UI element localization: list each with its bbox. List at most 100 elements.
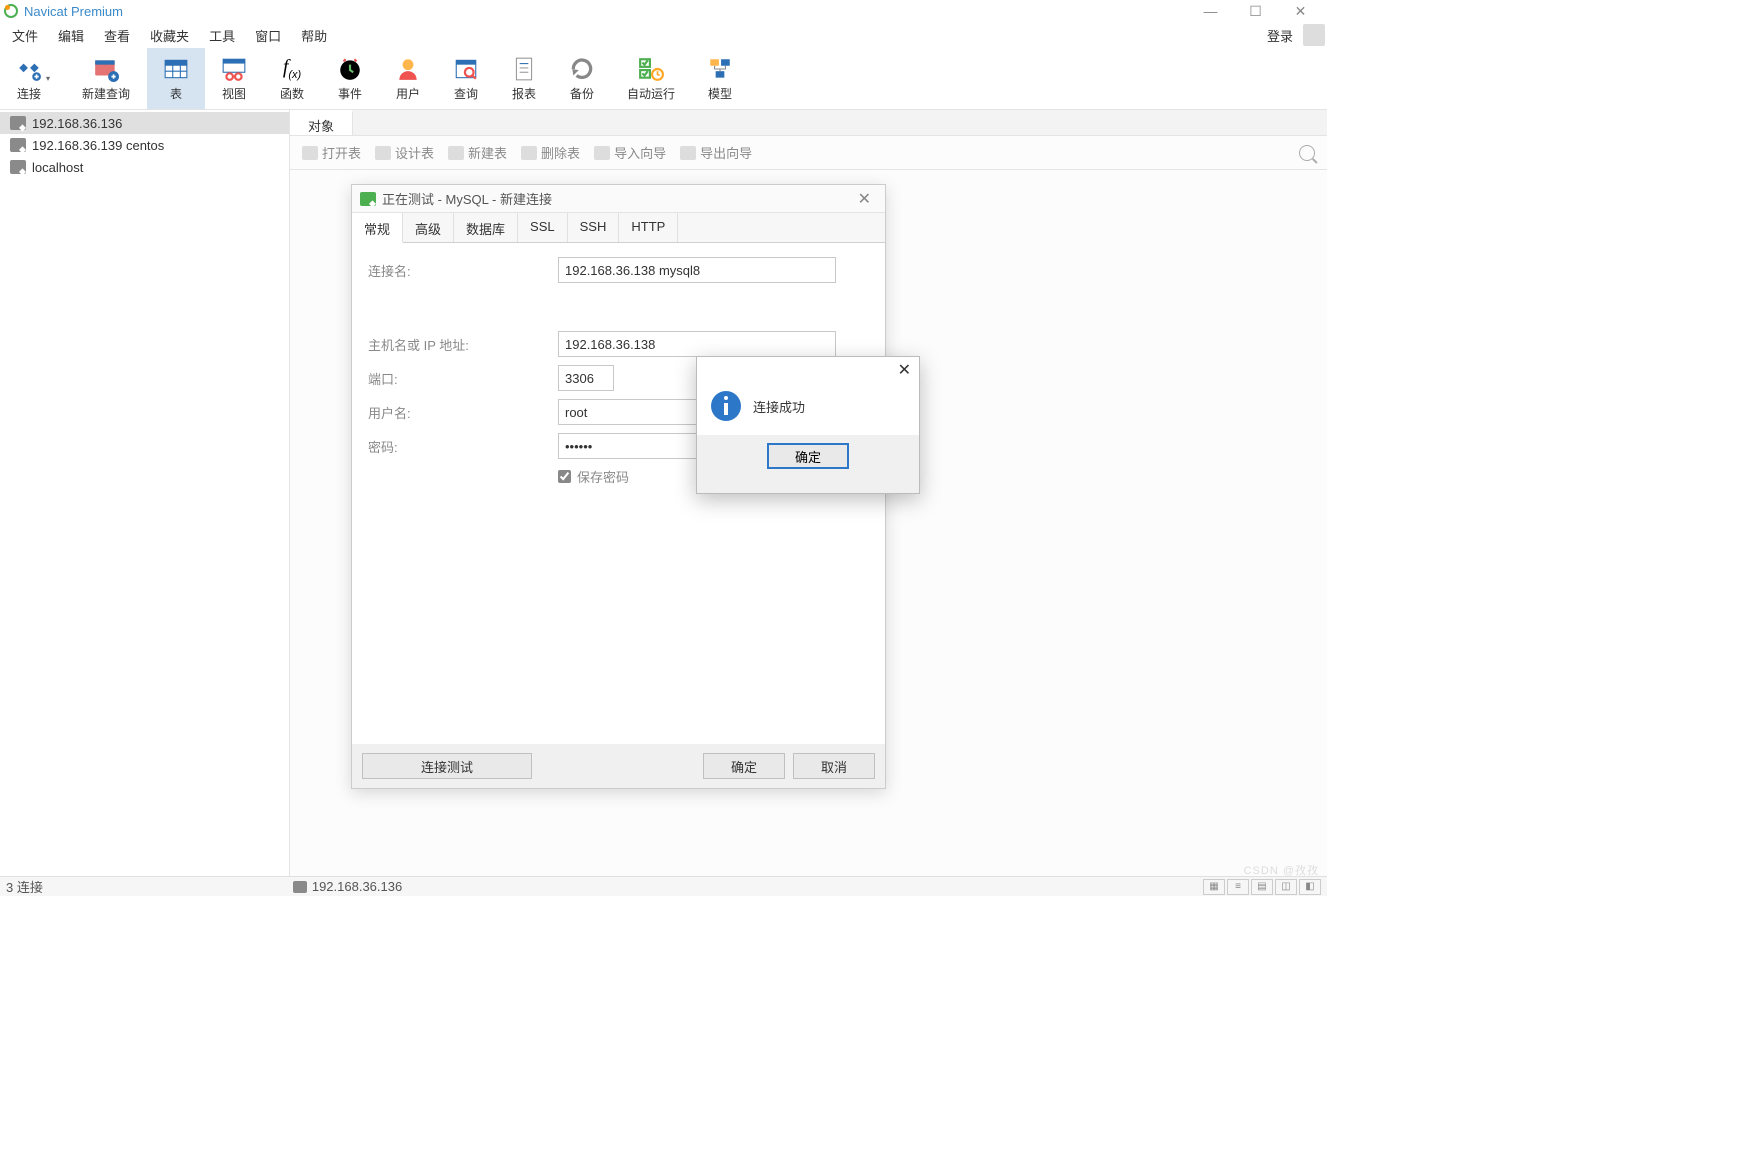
new-table-button[interactable]: 新建表 [442,139,513,166]
save-password-checkbox[interactable] [558,470,571,483]
dialog-title: 正在测试 - MySQL - 新建连接 [382,189,552,208]
toolbar-connect[interactable]: 连接 ▾ [0,48,66,109]
host-label: 主机名或 IP 地址: [368,335,558,354]
host-input[interactable] [558,331,836,357]
menu-edit[interactable]: 编辑 [48,22,94,49]
dialog-titlebar: 正在测试 - MySQL - 新建连接 ✕ [352,185,885,213]
login-link[interactable]: 登录 [1261,22,1299,49]
clock-icon [337,56,363,82]
view-detail-button[interactable]: ▤ [1251,879,1273,895]
import-wizard-button[interactable]: 导入向导 [588,139,672,166]
window-controls: — ☐ ✕ [1188,0,1323,22]
save-password-label: 保存密码 [577,467,629,486]
subtoolbar: 打开表 设计表 新建表 删除表 导入向导 导出向导 [290,136,1327,170]
toolbar-backup[interactable]: 备份 [553,48,611,109]
query-icon [453,56,479,82]
msgbox-titlebar: ✕ [697,357,919,383]
conn-name-label: 连接名: [368,261,558,280]
menu-file[interactable]: 文件 [2,22,48,49]
close-button[interactable]: ✕ [1278,0,1323,22]
view-list-button[interactable]: ≡ [1227,879,1249,895]
tab-database[interactable]: 数据库 [454,213,518,242]
toolbar-function[interactable]: f(x) 函数 [263,48,321,109]
new-table-icon [448,146,464,160]
connection-item[interactable]: 192.168.36.139 centos [0,134,289,156]
port-label: 端口: [368,369,558,388]
view-er-button[interactable]: ◫ [1275,879,1297,895]
statusbar: 3 连接 192.168.36.136 ▦ ≡ ▤ ◫ ◧ [0,876,1327,896]
table-icon [163,56,189,82]
user-label: 用户名: [368,403,558,422]
msgbox-close-button[interactable]: ✕ [898,360,911,380]
report-icon [511,56,537,82]
export-wizard-button[interactable]: 导出向导 [674,139,758,166]
import-icon [594,146,610,160]
design-table-button[interactable]: 设计表 [369,139,440,166]
connection-item[interactable]: 192.168.36.136 [0,112,289,134]
test-connection-button[interactable]: 连接测试 [362,753,532,779]
tab-general[interactable]: 常规 [352,213,403,243]
db-icon [10,116,26,130]
info-icon [711,391,741,421]
toolbar-model[interactable]: 模型 [691,48,749,109]
mysql-icon [360,192,376,206]
function-icon: f(x) [279,56,305,82]
toolbar-event[interactable]: 事件 [321,48,379,109]
toolbar-query[interactable]: 查询 [437,48,495,109]
success-messagebox: ✕ 连接成功 确定 [696,356,920,494]
db-icon [10,160,26,174]
view-extra-button[interactable]: ◧ [1299,879,1321,895]
app-title: Navicat Premium [24,4,123,19]
dialog-footer: 连接测试 确定 取消 [352,744,885,788]
toolbar-autorun[interactable]: 自动运行 [611,48,691,109]
watermark: CSDN @孜孜 [1244,862,1319,878]
toolbar-new-query[interactable]: 新建查询 [66,48,146,109]
delete-table-button[interactable]: 删除表 [515,139,586,166]
tab-advanced[interactable]: 高级 [403,213,454,242]
view-grid-button[interactable]: ▦ [1203,879,1225,895]
menu-help[interactable]: 帮助 [291,22,337,49]
titlebar: Navicat Premium — ☐ ✕ [0,0,1327,22]
autorun-icon [638,56,664,82]
tab-ssh[interactable]: SSH [568,213,620,242]
menu-view[interactable]: 查看 [94,22,140,49]
msgbox-text: 连接成功 [753,397,805,416]
toolbar-user[interactable]: 用户 [379,48,437,109]
ok-button[interactable]: 确定 [703,753,785,779]
object-tabstrip: 对象 [290,110,1327,136]
user-icon [395,56,421,82]
tab-objects[interactable]: 对象 [290,110,353,135]
delete-table-icon [521,146,537,160]
open-table-button[interactable]: 打开表 [296,139,367,166]
msgbox-ok-button[interactable]: 确定 [767,443,849,469]
avatar-icon[interactable] [1303,24,1325,46]
password-label: 密码: [368,437,558,456]
view-icon [221,56,247,82]
toolbar-table[interactable]: 表 [147,48,205,109]
chevron-down-icon: ▾ [46,74,50,83]
app-logo-icon [4,4,18,18]
minimize-button[interactable]: — [1188,0,1233,22]
backup-icon [569,56,595,82]
dialog-close-button[interactable]: ✕ [852,189,877,209]
dialog-tabs: 常规 高级 数据库 SSL SSH HTTP [352,213,885,243]
plug-icon [16,56,42,82]
status-connection-count: 3 连接 [6,877,43,896]
toolbar-view[interactable]: 视图 [205,48,263,109]
search-icon[interactable] [1299,145,1315,161]
tab-http[interactable]: HTTP [619,213,678,242]
maximize-button[interactable]: ☐ [1233,0,1278,22]
toolbar-report[interactable]: 报表 [495,48,553,109]
menu-favorites[interactable]: 收藏夹 [140,22,199,49]
tab-ssl[interactable]: SSL [518,213,568,242]
db-icon [293,881,307,893]
menu-tools[interactable]: 工具 [199,22,245,49]
port-input[interactable] [558,365,614,391]
model-icon [707,56,733,82]
connection-item[interactable]: localhost [0,156,289,178]
menu-window[interactable]: 窗口 [245,22,291,49]
view-mode-buttons: ▦ ≡ ▤ ◫ ◧ [1203,879,1321,895]
menubar: 文件 编辑 查看 收藏夹 工具 窗口 帮助 登录 [0,22,1327,48]
conn-name-input[interactable] [558,257,836,283]
cancel-button[interactable]: 取消 [793,753,875,779]
